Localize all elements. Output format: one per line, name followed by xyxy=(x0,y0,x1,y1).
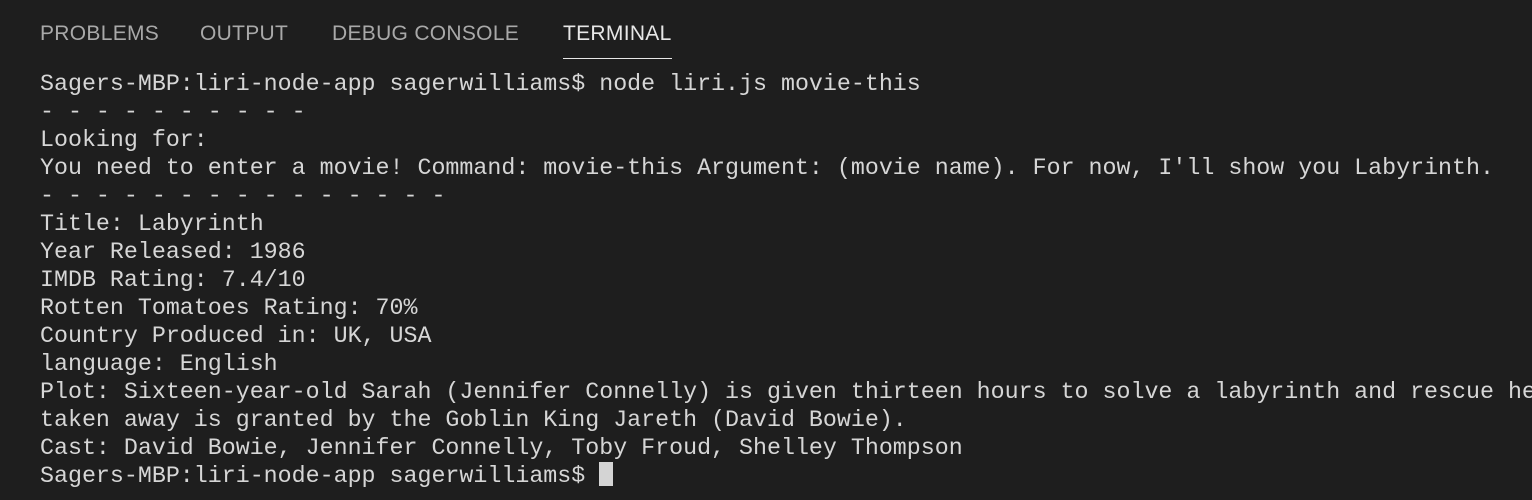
tab-output[interactable]: OUTPUT xyxy=(200,22,288,58)
terminal-line: Title: Labyrinth xyxy=(40,211,264,237)
terminal-line: Looking for: xyxy=(40,127,208,153)
panel-tab-bar: PROBLEMS OUTPUT DEBUG CONSOLE TERMINAL xyxy=(0,0,1532,64)
terminal-line: taken away is granted by the Goblin King… xyxy=(40,407,907,433)
terminal-line: - - - - - - - - - - xyxy=(40,99,320,125)
terminal-line: You need to enter a movie! Command: movi… xyxy=(40,155,1494,181)
terminal-panel: PROBLEMS OUTPUT DEBUG CONSOLE TERMINAL S… xyxy=(0,0,1532,500)
terminal-line: Year Released: 1986 xyxy=(40,239,306,265)
terminal-prompt: Sagers-MBP:liri-node-app sagerwilliams$ xyxy=(40,463,586,489)
tab-terminal[interactable]: TERMINAL xyxy=(563,22,672,59)
terminal-line: language: English xyxy=(40,351,278,377)
terminal-prompt-line[interactable]: Sagers-MBP:liri-node-app sagerwilliams$ xyxy=(40,462,1532,490)
terminal-line: IMDB Rating: 7.4/10 xyxy=(40,267,306,293)
terminal-cursor xyxy=(599,462,614,486)
tab-debug-console[interactable]: DEBUG CONSOLE xyxy=(332,22,519,58)
terminal-line: Cast: David Bowie, Jennifer Connelly, To… xyxy=(40,435,963,461)
terminal-line: Rotten Tomatoes Rating: 70% xyxy=(40,295,418,321)
terminal-line: Plot: Sixteen-year-old Sarah (Jennifer C… xyxy=(40,379,1532,405)
terminal-line: - - - - - - - - - - - - - - - xyxy=(40,183,460,209)
terminal-line: Country Produced in: UK, USA xyxy=(40,323,432,349)
terminal-line: Sagers-MBP:liri-node-app sagerwilliams$ … xyxy=(40,71,921,97)
tab-problems[interactable]: PROBLEMS xyxy=(40,22,159,58)
terminal-output[interactable]: Sagers-MBP:liri-node-app sagerwilliams$ … xyxy=(40,70,1532,500)
